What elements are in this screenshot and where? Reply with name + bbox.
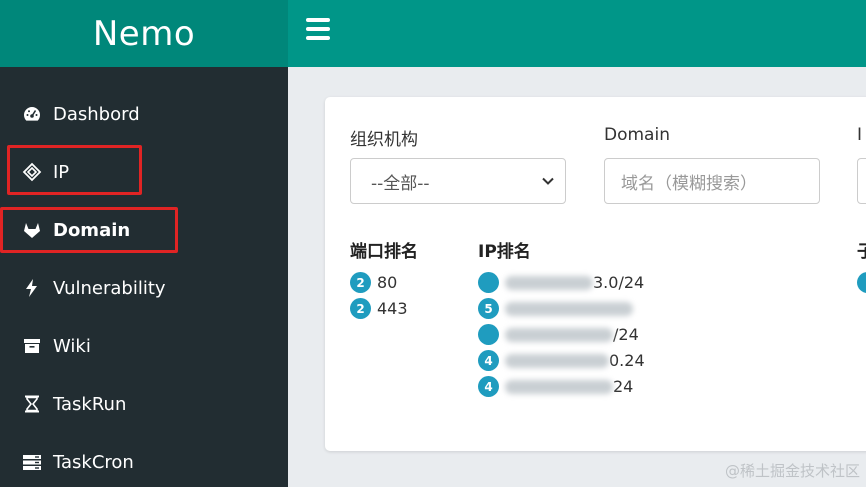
gitlab-icon: [22, 220, 42, 240]
ip-value[interactable]: /24: [613, 325, 639, 344]
sidebar-item-dashbord[interactable]: Dashbord: [0, 85, 288, 143]
top-navbar: [288, 0, 866, 67]
ip-rank-item: 4 24: [478, 376, 633, 397]
brand-logo[interactable]: Nemo: [0, 0, 288, 67]
count-badge: 4: [478, 350, 499, 371]
ip-rank-item: 4 0.24: [478, 350, 645, 371]
third-filter-label: I: [857, 125, 863, 145]
menu-icon[interactable]: [306, 18, 330, 40]
redacted-ip: [505, 353, 609, 368]
port-value[interactable]: 443: [377, 299, 408, 318]
count-badge: [857, 272, 866, 293]
sidebar-item-label: TaskRun: [53, 393, 127, 415]
sidebar-item-domain[interactable]: Domain: [0, 201, 288, 259]
domain-label: Domain: [604, 125, 670, 145]
domain-input-placeholder: 域名（模糊搜索）: [621, 173, 757, 194]
sidebar-item-ip[interactable]: IP: [0, 143, 288, 201]
sidebar-item-label: TaskCron: [53, 451, 134, 473]
sidebar-item-label: Dashbord: [53, 103, 140, 125]
ip-icon: [22, 162, 42, 182]
sidebar-item-label: Vulnerability: [53, 277, 166, 299]
count-badge: 4: [478, 376, 499, 397]
port-rank-item: 2 80: [350, 272, 397, 293]
sidebar-item-label: Wiki: [53, 335, 91, 357]
ip-rank-item: 3.0/24: [478, 272, 644, 293]
count-badge: 2: [350, 298, 371, 319]
main-content: 组织机构 --全部-- Domain 域名（模糊搜索） I 端口排名 2 80 …: [288, 67, 866, 487]
sidebar-item-taskcron[interactable]: TaskCron: [0, 433, 288, 487]
count-badge: 2: [350, 272, 371, 293]
archive-icon: [22, 336, 42, 356]
sidebar-item-taskrun[interactable]: TaskRun: [0, 375, 288, 433]
redacted-ip: [505, 327, 613, 342]
ip-value[interactable]: 0.24: [609, 351, 645, 370]
count-badge: [478, 324, 499, 345]
org-select-value: --全部--: [371, 173, 430, 194]
redacted-ip: [505, 301, 633, 316]
watermark: @稀土掘金技术社区: [724, 462, 860, 480]
ip-rank-item: 5: [478, 298, 633, 319]
sidebar: Nemo Dashbord IP Domain Vulnerability Wi…: [0, 0, 288, 487]
third-rank-title: 子: [857, 242, 866, 262]
org-label: 组织机构: [350, 130, 418, 150]
port-rank-item: 2 443: [350, 298, 408, 319]
server-icon: [22, 452, 42, 472]
dashboard-icon: [22, 104, 42, 124]
count-badge: [478, 272, 499, 293]
ip-value[interactable]: 24: [613, 377, 633, 396]
chevron-down-icon: [542, 177, 554, 185]
ip-value[interactable]: 3.0/24: [593, 273, 644, 292]
count-badge: 5: [478, 298, 499, 319]
hourglass-icon: [22, 394, 42, 414]
bolt-icon: [22, 278, 42, 298]
third-filter-input[interactable]: [857, 158, 866, 204]
sidebar-item-label: Domain: [53, 219, 131, 241]
filter-card: 组织机构 --全部-- Domain 域名（模糊搜索） I 端口排名 2 80 …: [325, 97, 866, 451]
redacted-ip: [505, 379, 613, 394]
org-select[interactable]: --全部--: [350, 158, 566, 204]
ip-rank-title: IP排名: [478, 242, 531, 262]
third-rank-item: [857, 272, 866, 293]
sidebar-item-label: IP: [53, 161, 70, 183]
sidebar-item-wiki[interactable]: Wiki: [0, 317, 288, 375]
domain-search-input[interactable]: 域名（模糊搜索）: [604, 158, 820, 204]
redacted-ip: [505, 275, 593, 290]
ip-rank-item: /24: [478, 324, 639, 345]
sidebar-item-vulnerability[interactable]: Vulnerability: [0, 259, 288, 317]
port-rank-title: 端口排名: [350, 242, 418, 262]
sidebar-nav: Dashbord IP Domain Vulnerability Wiki Ta…: [0, 67, 288, 487]
port-value[interactable]: 80: [377, 273, 397, 292]
